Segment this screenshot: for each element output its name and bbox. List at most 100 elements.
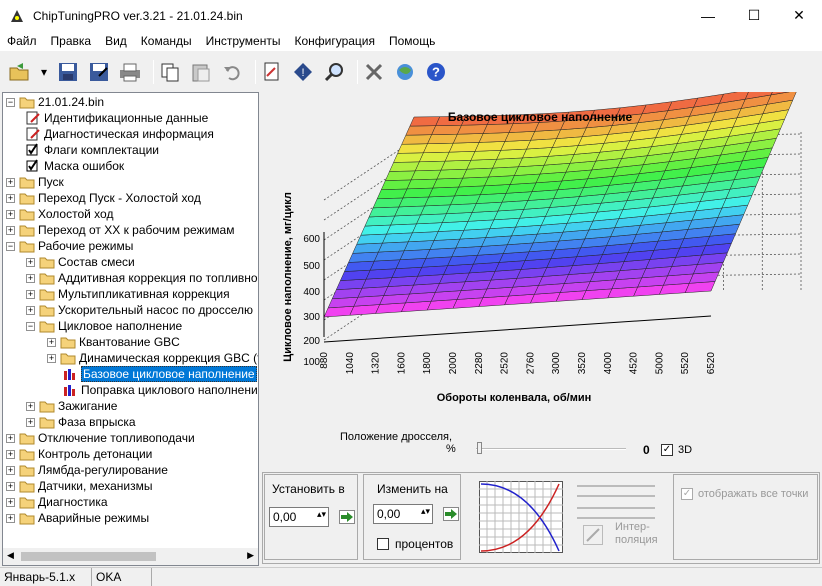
throttle-slider-track[interactable] <box>476 448 626 450</box>
throttle-slider-thumb[interactable] <box>477 442 482 454</box>
collapse-icon[interactable]: − <box>6 241 15 251</box>
save-icon[interactable] <box>56 60 80 84</box>
tree-item-mixture[interactable]: + Состав смеси <box>26 254 135 270</box>
copy-icon[interactable] <box>158 60 182 84</box>
tree-item-gbc-dyn[interactable]: + Динамическая коррекция GBC (тс <box>47 350 258 366</box>
tree-item-flags[interactable]: Флаги комплектации <box>25 142 159 158</box>
tree-item-lambda[interactable]: + Лямбда-регулирование <box>6 462 168 478</box>
tree-item-accel-pump[interactable]: + Ускорительный насос по дросселю <box>26 302 253 318</box>
curve-slider-track-4[interactable] <box>577 517 655 519</box>
change-input[interactable]: 0,00 ▴▾ <box>373 504 433 524</box>
expand-icon[interactable]: + <box>6 449 15 459</box>
spinner-icon[interactable]: ▴▾ <box>421 506 430 517</box>
tree-item-diagnostics[interactable]: + Диагностика <box>6 494 108 510</box>
chevron-down-icon[interactable]: ▾ <box>39 60 49 84</box>
expand-icon[interactable]: + <box>6 209 15 219</box>
tree-item-start-idle[interactable]: + Переход Пуск - Холостой ход <box>6 190 201 206</box>
save-as-icon[interactable] <box>87 60 111 84</box>
status-ecu: Январь-5.1.x <box>0 568 92 586</box>
menu-view[interactable]: Вид <box>98 34 134 48</box>
tree-item-emergency[interactable]: + Аварийные режимы <box>6 510 149 526</box>
tree-item-diag-info[interactable]: Диагностическая информация <box>25 126 214 142</box>
tree-item-base-fill[interactable]: Базовое цикловое наполнение <box>62 366 257 382</box>
expand-icon[interactable]: + <box>6 465 15 475</box>
expand-icon[interactable]: + <box>26 273 35 283</box>
tree-item-additive[interactable]: + Аддитивная коррекция по топливной п <box>26 270 258 286</box>
surface-chart[interactable]: 100 200 300 400 500 600 880 1040 1320 1600 1800 200… <box>262 80 820 466</box>
menu-commands[interactable]: Команды <box>134 34 199 48</box>
tree-item-start[interactable]: + Пуск <box>6 174 64 190</box>
tree-view[interactable]: − 21.01.24.bin Идентификационные данные … <box>2 92 259 566</box>
collapse-icon[interactable]: − <box>6 97 15 107</box>
expand-icon[interactable]: + <box>6 481 15 491</box>
undo-icon[interactable] <box>220 60 244 84</box>
interpolation-button[interactable] <box>583 525 603 545</box>
print-icon[interactable] <box>118 60 142 84</box>
expand-icon[interactable]: + <box>6 497 15 507</box>
expand-icon[interactable]: + <box>6 177 15 187</box>
expand-icon[interactable]: + <box>26 257 35 267</box>
expand-icon[interactable]: + <box>26 417 35 427</box>
tree-item-gbc-quant[interactable]: + Квантование GBC <box>47 334 180 350</box>
zoom-icon[interactable] <box>322 60 346 84</box>
expand-icon[interactable]: + <box>47 337 56 347</box>
toggle-3d[interactable]: ✓ 3D <box>661 444 692 456</box>
paste-icon[interactable] <box>189 60 213 84</box>
apply-change-button[interactable] <box>443 507 459 521</box>
checkbox-percent[interactable] <box>377 538 389 550</box>
menu-help[interactable]: Помощь <box>382 34 442 48</box>
minimize-button[interactable]: — <box>685 0 731 31</box>
curve-slider-track-2[interactable] <box>577 495 655 497</box>
tree-item-fuel-cutoff[interactable]: + Отключение топливоподачи <box>6 430 195 446</box>
help-icon[interactable]: ? <box>424 60 448 84</box>
folder-icon <box>39 273 55 285</box>
expand-icon[interactable]: + <box>6 513 15 523</box>
apply-set-button[interactable] <box>339 510 355 524</box>
expand-icon[interactable]: + <box>26 305 35 315</box>
globe-icon[interactable] <box>393 60 417 84</box>
info-icon[interactable]: ! <box>291 60 315 84</box>
menu-file[interactable]: Файл <box>0 34 44 48</box>
scroll-left-icon[interactable]: ◀ <box>7 550 14 561</box>
tree-item-idle-to-work[interactable]: + Переход от ХХ к рабочим режимам <box>6 222 234 238</box>
scroll-thumb[interactable] <box>21 552 156 561</box>
interpolation-curve-icon[interactable] <box>479 481 563 553</box>
close-button[interactable]: ✕ <box>776 0 822 31</box>
tree-item-error-mask[interactable]: Маска ошибок <box>25 158 124 174</box>
tree-item-knock[interactable]: + Контроль детонации <box>6 446 152 462</box>
tree-item-injection-phase[interactable]: + Фаза впрыска <box>26 414 136 430</box>
expand-icon[interactable]: + <box>6 193 15 203</box>
tree-item-work-modes[interactable]: − Рабочие режимы <box>6 238 133 254</box>
tree-hscrollbar[interactable]: ◀ ▶ <box>3 548 258 565</box>
open-icon[interactable] <box>8 60 32 84</box>
expand-icon[interactable]: + <box>26 289 35 299</box>
tree-item-id[interactable]: Идентификационные данные <box>25 110 208 126</box>
curve-slider-track-3[interactable] <box>577 507 655 509</box>
curve-slider-track-1[interactable] <box>577 485 655 487</box>
percent-toggle[interactable]: процентов <box>377 537 453 551</box>
set-input[interactable]: 0,00 ▴▾ <box>269 507 329 527</box>
tree-item-sensors[interactable]: + Датчики, механизмы <box>6 478 153 494</box>
expand-icon[interactable]: + <box>47 353 56 363</box>
scroll-right-icon[interactable]: ▶ <box>247 550 254 561</box>
tree-root[interactable]: − 21.01.24.bin <box>6 94 104 110</box>
checkbox-3d[interactable]: ✓ <box>661 444 673 456</box>
show-all-toggle[interactable]: ✓ отображать все точки <box>681 488 808 500</box>
tree-item-cyclic-fill[interactable]: − Цикловое наполнение <box>26 318 182 334</box>
menu-tools[interactable]: Инструменты <box>199 34 288 48</box>
tree-item-fill-correction[interactable]: Поправка циклового наполнения <box>62 382 258 398</box>
expand-icon[interactable]: + <box>6 225 15 235</box>
tree-item-multiplicative[interactable]: + Мультипликативная коррекция <box>26 286 230 302</box>
spinner-icon[interactable]: ▴▾ <box>317 509 326 520</box>
expand-icon[interactable]: + <box>26 401 35 411</box>
tools-icon[interactable] <box>362 60 386 84</box>
expand-icon[interactable]: + <box>6 433 15 443</box>
maximize-button[interactable]: ☐ <box>731 0 777 31</box>
checkbox-show-all[interactable]: ✓ <box>681 488 693 500</box>
tree-item-ignition[interactable]: + Зажигание <box>26 398 117 414</box>
menu-config[interactable]: Конфигурация <box>287 34 382 48</box>
find-icon[interactable] <box>260 60 284 84</box>
tree-item-idle[interactable]: + Холостой ход <box>6 206 113 222</box>
menu-edit[interactable]: Правка <box>44 34 99 48</box>
collapse-icon[interactable]: − <box>26 321 35 331</box>
